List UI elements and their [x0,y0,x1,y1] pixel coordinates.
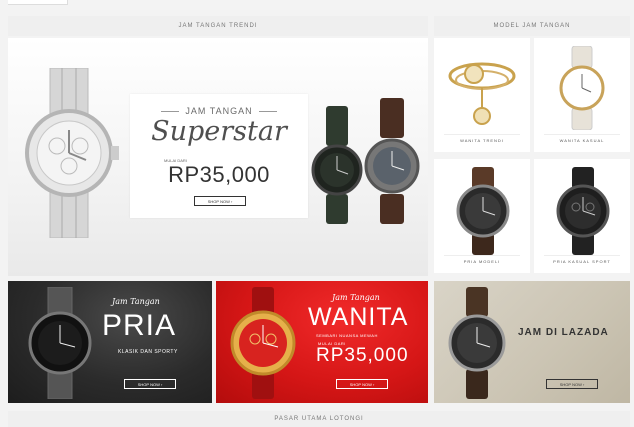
hero-banner-superstar[interactable]: JAM TANGAN Superstar MULAI DARI RP35,000… [8,38,428,276]
hero-promo-card: JAM TANGAN Superstar MULAI DARI RP35,000… [130,94,308,218]
red-gold-watch-image [230,287,296,399]
model-card-pria-modeli[interactable]: PRIA MODELI [434,159,530,273]
dark-watches-image [311,98,420,224]
hero-price: RP35,000 [168,162,270,187]
section-title-models: MODEL JAM TANGAN [434,16,630,36]
wanita-subtitle: SEMBARI NUANSA MEWAH [316,333,378,338]
steel-watch-image [448,287,506,399]
top-tab-stub [8,0,68,5]
black-brown-watch-image [456,167,510,255]
model-card-wanita-kasual[interactable]: WANITA KASUAL [534,38,630,152]
pria-shop-now-button[interactable]: SHOP NOW › [124,379,176,389]
hero-kicker: JAM TANGAN [130,106,308,116]
page: JAM TANGAN TRENDI MODEL JAM TANGAN JAM T… [0,0,634,427]
gold-bracelet-watch-image [448,62,516,125]
model-card-wanita-trendi[interactable]: WANITA TRENDI [434,38,530,152]
banner-jam-tangan-pria[interactable]: Jam Tangan PRIA KLASIK DAN SPORTY SHOP N… [8,281,212,403]
hero-title: Superstar [151,116,287,147]
wanita-price: RP35,000 [316,345,409,366]
lazada-title: JAM DI LAZADA [518,327,609,338]
model-label: WANITA KASUAL [544,134,620,146]
pria-kicker: Jam Tangan [112,297,160,306]
banner-jam-tangan-wanita[interactable]: Jam Tangan WANITA SEMBARI NUANSA MEWAH M… [216,281,428,403]
model-label: WANITA TRENDI [444,134,520,146]
mesh-watch-image [28,287,92,399]
pria-subtitle: KLASIK DAN SPORTY [118,349,178,355]
wanita-kicker: Jam Tangan [332,293,380,302]
pria-title: PRIA [102,309,177,342]
section-title-footer: PASAR UTAMA LOTONGI [8,411,630,427]
silver-watch-image [25,68,119,238]
model-label: PRIA KASUAL SPORT [544,255,620,267]
black-sport-watch-image [556,167,610,255]
banner-jam-di-lazada[interactable]: JAM DI LAZADA SHOP NOW › [434,281,630,403]
wanita-shop-now-button[interactable]: SHOP NOW › [336,379,388,389]
white-leather-watch-image [559,46,605,130]
model-card-pria-kasual-sport[interactable]: PRIA KASUAL SPORT [534,159,630,273]
hero-shop-now-button[interactable]: SHOP NOW › [194,196,246,206]
wanita-title: WANITA [308,303,409,331]
section-title-trendi: JAM TANGAN TRENDI [8,16,428,36]
model-label: PRIA MODELI [444,255,520,267]
lazada-shop-now-button[interactable]: SHOP NOW › [546,379,598,389]
